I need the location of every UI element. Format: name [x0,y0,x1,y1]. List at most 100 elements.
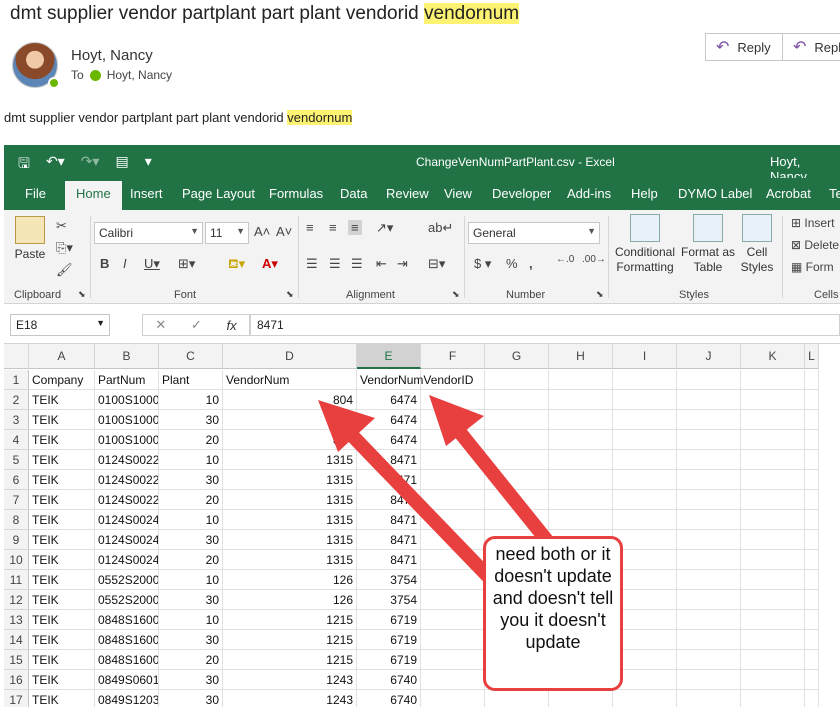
cell-empty[interactable] [677,390,741,410]
cell-e[interactable]: 3754 [357,590,421,610]
font-name-select[interactable]: Calibri ▼ [94,222,203,244]
cell-empty[interactable] [613,690,677,707]
cell-empty[interactable] [421,550,485,570]
column-header-b[interactable]: B [95,344,159,369]
cell-empty[interactable] [613,510,677,530]
cell-empty[interactable] [805,390,819,410]
row-header[interactable]: 8 [4,510,29,530]
cell-d[interactable]: 1215 [223,630,357,650]
cell-e[interactable]: 8471 [357,550,421,570]
cell-empty[interactable] [485,430,549,450]
row-header[interactable]: 17 [4,690,29,707]
row-header[interactable]: 9 [4,530,29,550]
cell-b[interactable]: 0124S0024 [95,550,159,570]
font-size-select[interactable]: 11 ▼ [205,222,249,244]
cell-empty[interactable] [805,670,819,690]
cell-e[interactable]: 8471 [357,510,421,530]
cell-a[interactable]: TEIK [29,590,95,610]
cell-empty[interactable] [549,390,613,410]
decrease-indent-icon[interactable]: ⇤ [376,256,387,272]
column-header-d[interactable]: D [223,344,357,369]
cell-empty[interactable] [677,530,741,550]
cell-empty[interactable] [741,590,805,610]
cell-d[interactable]: 126 [223,570,357,590]
cell-empty[interactable] [677,510,741,530]
row-header[interactable]: 12 [4,590,29,610]
cell-empty[interactable] [741,690,805,707]
cell-empty[interactable] [741,550,805,570]
tab-view[interactable]: View [444,186,472,201]
delete-cells-button[interactable]: ⊠ Delete [791,238,839,252]
cell-a[interactable]: TEIK [29,430,95,450]
cell-empty[interactable] [421,430,485,450]
qat-more-icon[interactable]: ▾ [145,153,152,177]
font-launcher-icon[interactable]: ⬊ [286,289,294,300]
cell-c[interactable]: 30 [159,530,223,550]
cell-b[interactable]: 0124S0024 [95,510,159,530]
cell-b[interactable]: 0849S0601 [95,670,159,690]
comma-style-icon[interactable]: , [529,256,533,271]
clipboard-launcher-icon[interactable]: ⬊ [78,289,86,300]
cell-empty[interactable] [613,470,677,490]
cell-c[interactable]: 30 [159,670,223,690]
tab-data[interactable]: Data [340,186,367,201]
cell-a[interactable]: Company [29,370,95,390]
increase-indent-icon[interactable]: ⇥ [397,256,408,272]
cell-empty[interactable] [741,610,805,630]
column-header-i[interactable]: I [613,344,677,369]
cell-a[interactable]: TEIK [29,670,95,690]
column-header-k[interactable]: K [741,344,805,369]
cell-empty[interactable] [421,650,485,670]
format-as-table-button[interactable]: Format as Table [680,214,736,275]
cell-empty[interactable] [805,650,819,670]
column-header-l[interactable]: L [805,344,819,369]
cell-d[interactable]: 1315 [223,450,357,470]
cell-b[interactable]: 0124S0022 [95,450,159,470]
cell-d[interactable]: 1243 [223,670,357,690]
cell-a[interactable]: TEIK [29,690,95,707]
cell-e[interactable]: 6719 [357,610,421,630]
cell-empty[interactable] [549,370,613,390]
font-color-icon[interactable]: A▾ [262,256,278,272]
cell-a[interactable]: TEIK [29,570,95,590]
cell-empty[interactable] [741,450,805,470]
cell-empty[interactable] [741,570,805,590]
cell-c[interactable]: 10 [159,390,223,410]
cell-empty[interactable] [805,630,819,650]
number-launcher-icon[interactable]: ⬊ [596,289,604,300]
cell-empty[interactable] [613,430,677,450]
cell-e[interactable]: 6740 [357,670,421,690]
cell-empty[interactable] [549,490,613,510]
cell-c[interactable]: 20 [159,650,223,670]
cell-empty[interactable] [741,670,805,690]
cell-empty[interactable] [421,670,485,690]
cell-empty[interactable] [677,410,741,430]
cell-empty[interactable] [677,470,741,490]
fill-color-icon[interactable]: ⛾▾ [228,256,245,274]
row-header[interactable]: 15 [4,650,29,670]
column-header-e[interactable]: E [357,344,421,369]
align-bottom-icon[interactable]: ≡ [348,220,362,235]
format-painter-icon[interactable]: 🖌 [56,262,73,278]
increase-decimal-icon[interactable]: ←.0 [556,254,574,265]
cell-empty[interactable] [741,490,805,510]
cell-d[interactable]: 1315 [223,470,357,490]
format-cells-button[interactable]: ▦ Form [791,260,834,274]
cell-c[interactable]: 20 [159,490,223,510]
align-center-icon[interactable]: ☰ [329,256,341,272]
cell-empty[interactable] [421,450,485,470]
cell-d[interactable]: 1215 [223,650,357,670]
cell-d[interactable]: 1315 [223,550,357,570]
cell-d[interactable]: 804 [223,410,357,430]
cell-empty[interactable] [805,690,819,707]
cell-empty[interactable] [485,410,549,430]
cell-empty[interactable] [741,510,805,530]
cell-c[interactable]: 30 [159,690,223,707]
cell-empty[interactable] [421,510,485,530]
borders-icon[interactable]: ⊞▾ [178,256,195,272]
cell-empty[interactable] [677,550,741,570]
cell-empty[interactable] [485,490,549,510]
cell-b[interactable]: 0124S0022 [95,490,159,510]
wrap-text-icon[interactable]: ab↵ [428,220,453,236]
cell-e[interactable]: 6719 [357,650,421,670]
